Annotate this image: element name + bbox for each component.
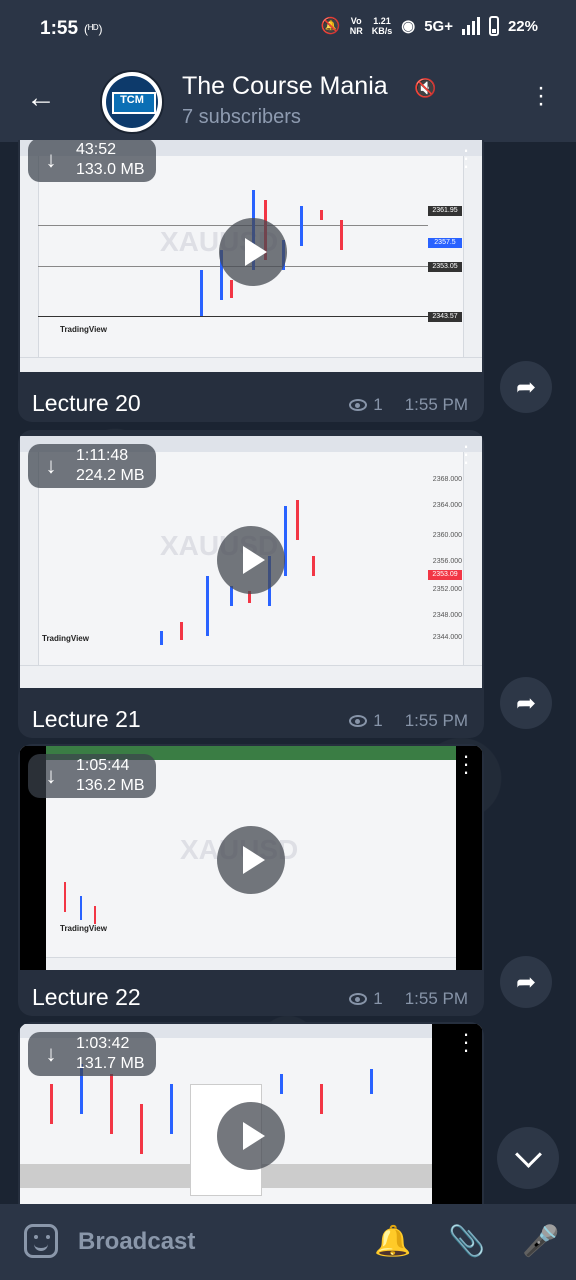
message-caption: Lecture 22 <box>32 984 141 1010</box>
microphone-icon[interactable]: 🎤 <box>522 1224 559 1259</box>
play-button[interactable] <box>217 526 285 594</box>
views-icon <box>349 399 368 411</box>
share-button[interactable]: ➦ <box>500 361 552 413</box>
tradingview-logo: TradingView <box>60 325 107 334</box>
play-button[interactable] <box>217 1102 285 1170</box>
message-meta: 1 1:55 PM <box>349 395 468 415</box>
video-thumbnail[interactable]: XAUUSD 2361.95 2357.5 2353.05 2343.57 Tr… <box>20 140 482 372</box>
download-icon[interactable]: ↓ <box>36 149 66 171</box>
attachment-icon[interactable]: 📎 <box>448 1224 485 1259</box>
download-pill[interactable]: ↓ 1:11:48 224.2 MB <box>28 444 157 488</box>
message-caption: Lecture 20 <box>32 390 141 416</box>
video-size: 133.0 MB <box>76 161 145 178</box>
message-caption: Lecture 21 <box>32 706 141 732</box>
hd-voice-indicator: (ᴴᴰ) <box>84 22 103 36</box>
video-size: 224.2 MB <box>76 467 145 484</box>
download-pill[interactable]: ↓ 1:05:44 136.2 MB <box>28 754 157 798</box>
channel-avatar[interactable]: TCM <box>100 70 164 134</box>
video-thumbnail[interactable]: XAUUSD 2368.000 2364.000 2360.000 2356.0… <box>20 436 482 688</box>
tradingview-logo: TradingView <box>60 924 107 933</box>
play-button[interactable] <box>219 218 287 286</box>
download-icon[interactable]: ↓ <box>36 765 66 787</box>
download-pill[interactable]: ↓ 43:52 133.0 MB <box>28 140 157 182</box>
view-count: 1 <box>373 711 383 730</box>
video-duration: 1:11:48 <box>76 447 129 464</box>
tradingview-logo: TradingView <box>42 634 89 643</box>
download-pill[interactable]: ↓ 1:03:42 131.7 MB <box>28 1032 157 1076</box>
signal-icon <box>461 17 480 35</box>
network-speed: 1.21 KB/s <box>371 16 393 36</box>
video-more-icon[interactable]: · · · <box>462 436 470 473</box>
status-time: 1:55 <box>40 18 79 39</box>
message-time: 1:55 PM <box>404 395 468 414</box>
video-duration: 43:52 <box>76 141 117 158</box>
channel-header: ← TCM The Course Mania 🔇 7 subscribers ·… <box>0 60 576 142</box>
share-button[interactable]: ➦ <box>500 677 552 729</box>
message-meta: 1 1:55 PM <box>349 989 468 1009</box>
video-message: XAUUSD 2361.95 2357.5 2353.05 2343.57 Tr… <box>18 140 484 422</box>
views-icon <box>349 715 368 727</box>
message-meta: 1 1:55 PM <box>349 711 468 731</box>
download-icon[interactable]: ↓ <box>36 1043 66 1065</box>
emoji-icon[interactable] <box>24 1224 58 1258</box>
video-thumbnail[interactable]: ↓ 1:03:42 131.7 MB · · · <box>20 1024 482 1204</box>
download-icon[interactable]: ↓ <box>36 455 66 477</box>
video-more-icon[interactable]: · · · <box>462 746 470 783</box>
video-duration: 1:03:42 <box>76 1035 130 1052</box>
video-more-icon[interactable]: · · · <box>462 140 470 177</box>
chevron-down-icon <box>514 1140 542 1168</box>
video-size: 131.7 MB <box>76 1055 145 1072</box>
avatar-text: TCM <box>120 94 144 106</box>
play-button[interactable] <box>217 826 285 894</box>
volte-indicator: Vo NR <box>349 16 363 36</box>
views-icon <box>349 993 368 1005</box>
back-arrow-icon[interactable]: ← <box>26 80 56 116</box>
muted-icon: 🔇 <box>414 78 437 98</box>
channel-subscribers: 7 subscribers <box>182 106 301 128</box>
battery-percent: 22% <box>507 17 538 35</box>
video-thumbnail[interactable]: XAUUSD TradingView ↓ 1:05:44 136.2 MB ··… <box>20 746 482 970</box>
bell-icon[interactable]: 🔔 <box>374 1224 411 1259</box>
battery-icon <box>488 16 499 36</box>
video-size: 136.2 MB <box>76 777 145 794</box>
share-button[interactable]: ➦ <box>500 956 552 1008</box>
network-type: 5G+ <box>424 17 453 35</box>
view-count: 1 <box>373 989 383 1008</box>
video-more-icon[interactable]: · · · <box>462 1024 470 1061</box>
message-time: 1:55 PM <box>404 711 468 730</box>
video-message: XAUUSD TradingView ↓ 1:05:44 136.2 MB ··… <box>18 744 484 1016</box>
message-time: 1:55 PM <box>404 989 468 1008</box>
view-count: 1 <box>373 395 383 414</box>
broadcast-input[interactable]: Broadcast <box>78 1228 195 1256</box>
scroll-down-button[interactable] <box>497 1127 559 1189</box>
video-message: XAUUSD 2368.000 2364.000 2360.000 2356.0… <box>18 430 484 738</box>
do-not-disturb-icon: 🔕 <box>320 18 341 35</box>
video-duration: 1:05:44 <box>76 757 130 774</box>
channel-title[interactable]: The Course Mania <box>182 72 388 101</box>
bottom-bar: Broadcast 🔔 📎 🎤 <box>0 1204 576 1280</box>
video-message: ↓ 1:03:42 131.7 MB · · · <box>18 1022 484 1204</box>
more-options-icon[interactable]: · · · <box>536 76 546 116</box>
status-bar: 1:55 (ᴴᴰ) 🔕 Vo NR 1.21 KB/s ◉ 5G+ 22% <box>0 0 576 60</box>
hotspot-icon: ◉ <box>401 18 416 35</box>
